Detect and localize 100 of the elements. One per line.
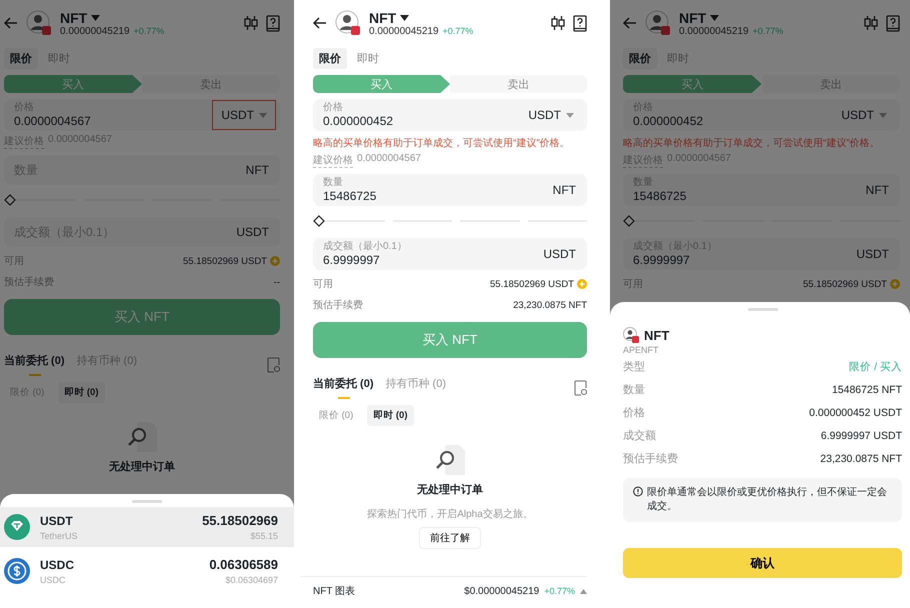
detail-label: 数量 xyxy=(623,383,645,397)
token-symbol[interactable]: NFT xyxy=(369,10,396,26)
token-symbol[interactable]: NFT xyxy=(60,10,88,26)
price-change: +0.77% xyxy=(442,26,474,36)
field-value: 6.9999997 xyxy=(323,252,381,268)
fee-value: -- xyxy=(274,276,280,288)
side-tab[interactable]: 卖出 xyxy=(450,75,587,93)
token-price: 0.00000045219 xyxy=(369,26,439,36)
order-history-icon[interactable] xyxy=(267,356,280,372)
slider-thumb[interactable] xyxy=(4,194,16,206)
notice-text: 限价单通常会以限价或更优价格执行，但不保证一定会成交。 xyxy=(646,486,888,514)
orders-tab[interactable]: 当前委托 (0) xyxy=(313,376,374,399)
detail-label: 成交额 xyxy=(623,428,656,443)
fee-label: 预估手续费 xyxy=(4,276,54,289)
side-tab[interactable]: 买入 xyxy=(313,75,450,93)
slider-track[interactable] xyxy=(4,193,280,207)
caret-icon xyxy=(879,112,887,118)
field-value: 0.000000452 xyxy=(633,112,704,128)
suggested-price-value: 0.0000004567 xyxy=(357,153,421,166)
order-type-tab[interactable]: 限价 xyxy=(4,48,38,69)
buy-button[interactable]: 买入 NFT xyxy=(313,322,587,358)
chart-price: $0.00000045219 xyxy=(464,586,540,596)
detail-label: 预估手续费 xyxy=(623,452,678,466)
order-type-tab[interactable]: 即时 xyxy=(351,48,385,69)
token-avatar-icon xyxy=(26,10,52,36)
unit-label: NFT xyxy=(552,182,577,198)
info-icon xyxy=(633,486,643,497)
slider-track[interactable] xyxy=(623,214,900,228)
help-book-icon[interactable] xyxy=(573,14,587,32)
slider-thumb[interactable] xyxy=(623,215,635,227)
asset-amount: 55.18502969 xyxy=(202,513,278,528)
field-value: 15486725 xyxy=(633,188,688,204)
field-label: 价格 xyxy=(323,102,344,112)
field-value: 15486725 xyxy=(323,188,378,204)
unit-label: USDT xyxy=(855,246,890,262)
orders-tab[interactable]: 持有币种 (0) xyxy=(386,376,446,399)
learn-more-button[interactable]: 前往了解 xyxy=(419,527,481,549)
confirm-token-symbol: NFT xyxy=(644,328,670,342)
back-arrow-icon[interactable] xyxy=(313,17,327,29)
empty-state-title: 无处理中订单 xyxy=(109,460,175,474)
field-label: 数量 xyxy=(323,176,344,188)
suggested-price-label[interactable]: 建议价格 xyxy=(313,153,353,168)
order-type-tab[interactable]: 限价 xyxy=(313,48,347,69)
detail-value: 0.000000452 USDT xyxy=(809,406,902,418)
asset-name: USDC xyxy=(40,574,67,584)
currency-dropdown[interactable]: USDT xyxy=(519,100,583,130)
caret-icon[interactable] xyxy=(400,14,410,20)
chart-label: NFT 图表 xyxy=(313,584,356,598)
asset-name: TetherUS xyxy=(40,530,78,540)
caret-icon xyxy=(566,112,574,118)
asset-amount: 0.06306589 xyxy=(209,557,278,572)
asset-value: $55.15 xyxy=(250,531,278,541)
input-field[interactable]: 成交额（最小0.1） 6.9999997 USDT xyxy=(313,238,587,270)
detail-value: 限价 / 买入 xyxy=(849,360,902,374)
asset-row[interactable]: USDC USDC 0.06306589 $0.06304697 xyxy=(0,551,294,591)
order-filter-chip[interactable]: 限价 (0) xyxy=(313,405,360,426)
order-type-tab[interactable]: 限价 xyxy=(623,48,657,69)
token-symbol[interactable]: NFT xyxy=(679,10,706,26)
asset-row[interactable]: USDT TetherUS 55.18502969 $55.15 xyxy=(0,507,294,547)
chart-bar[interactable]: NFT 图表 $0.00000045219 +0.77% xyxy=(300,576,587,598)
warning-text: 略高的买单价格有助于订单成交，可尝试使用“建议”价格。 xyxy=(313,136,571,150)
order-filter-chip[interactable]: 即时 (0) xyxy=(58,382,104,403)
token-price: 0.00000045219 xyxy=(679,26,749,36)
slider-thumb[interactable] xyxy=(313,215,325,227)
price-change: +0.77% xyxy=(134,26,164,36)
order-type-tab[interactable]: 即时 xyxy=(661,48,695,69)
order-type-tab[interactable]: 即时 xyxy=(42,48,76,69)
field-value: 0.0000004567 xyxy=(14,112,92,128)
token-avatar-icon xyxy=(335,10,361,36)
caret-up-icon xyxy=(580,588,587,594)
input-field[interactable]: 价格 0.000000452 USDT xyxy=(313,99,587,131)
detail-value: 6.9999997 USDT xyxy=(820,430,902,442)
candlestick-chart-icon[interactable] xyxy=(551,15,565,31)
price-change: +0.77% xyxy=(752,26,784,36)
confirm-token-name: APENFT xyxy=(623,345,660,355)
slider-track[interactable] xyxy=(313,214,587,228)
available-label: 可用 xyxy=(623,278,643,291)
tether-coin-icon xyxy=(4,514,30,540)
available-label: 可用 xyxy=(4,255,24,268)
asset-symbol: USDC xyxy=(40,558,74,572)
confirm-button[interactable]: 确认 xyxy=(623,548,902,578)
unit-label: USDT xyxy=(542,246,577,262)
detail-value: 15486725 NFT xyxy=(832,384,902,396)
field-label: 成交额（最小0.1） xyxy=(323,240,408,252)
currency-dropdown[interactable]: USDT xyxy=(832,100,896,130)
input-field[interactable]: 数量 15486725 NFT xyxy=(313,174,587,206)
empty-state-subtitle: 探索热门代币，开启Alpha交易之旅。 xyxy=(367,508,533,521)
caret-icon xyxy=(259,112,267,118)
usdc-coin-icon xyxy=(4,558,30,584)
empty-state-title: 无处理中订单 xyxy=(417,482,483,497)
orders-tab[interactable]: 当前委托 (0) xyxy=(4,353,64,376)
available-label: 可用 xyxy=(313,278,333,291)
currency-dropdown[interactable]: USDT xyxy=(212,100,276,130)
available-balance: 55.18502969 USDT xyxy=(803,278,887,290)
token-avatar-icon xyxy=(623,327,639,343)
order-filter-chip[interactable]: 即时 (0) xyxy=(367,405,414,426)
chart-change: +0.77% xyxy=(544,586,575,596)
token-price: 0.00000045219 xyxy=(60,26,130,36)
field-value: 0.000000452 xyxy=(323,112,394,128)
order-history-icon[interactable] xyxy=(574,380,587,396)
